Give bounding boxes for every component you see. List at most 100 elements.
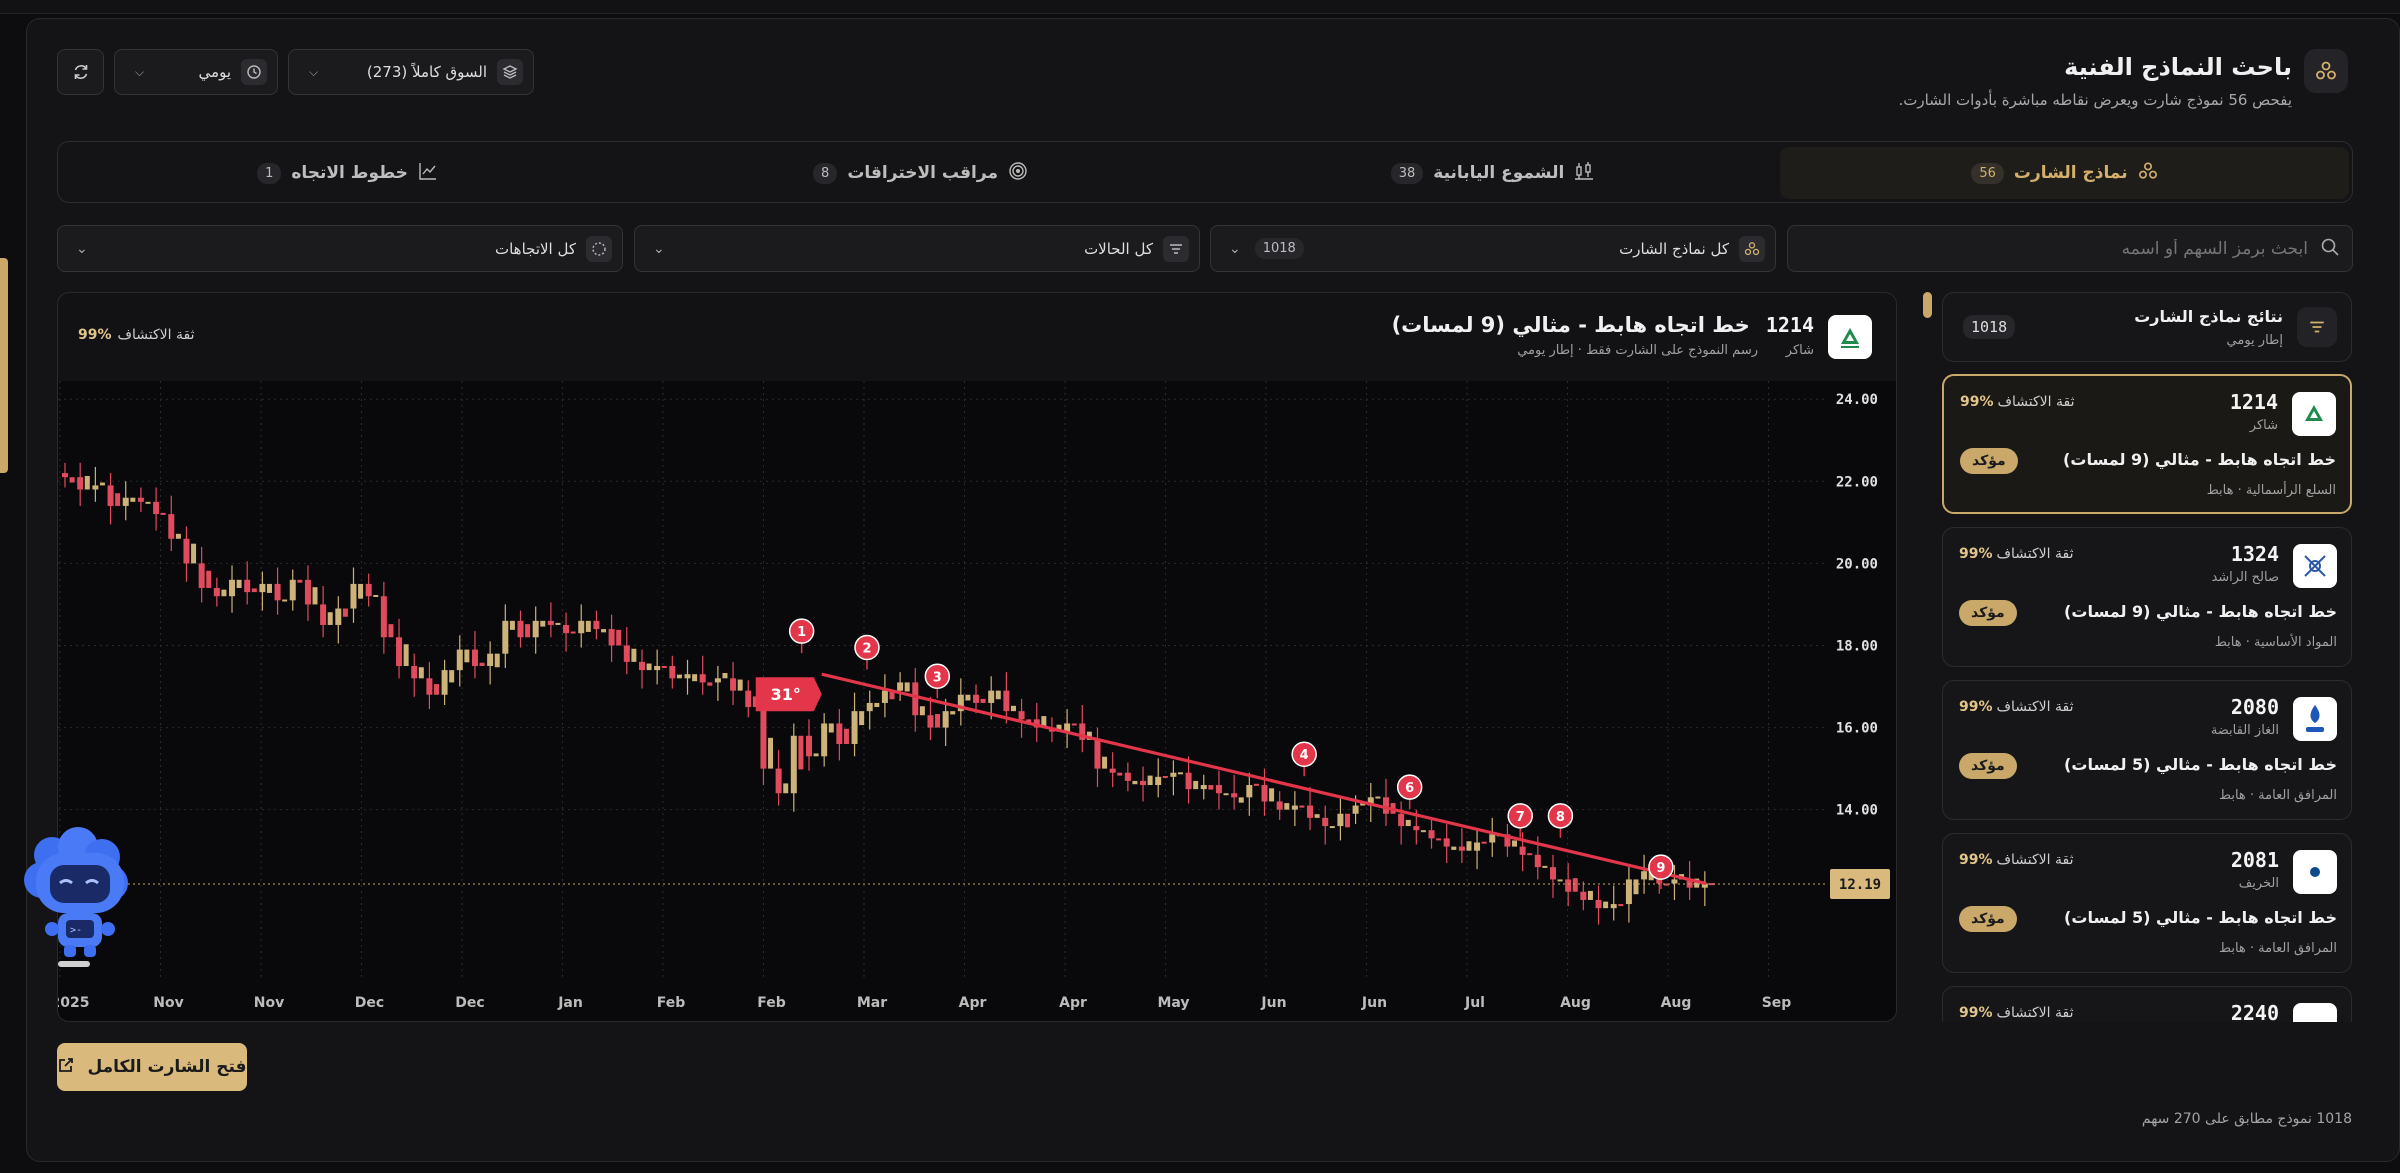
result-code: 1214 [2229, 390, 2278, 414]
open-full-chart-button[interactable]: فتح الشارت الكامل [57, 1043, 247, 1091]
pattern-icon [2138, 161, 2158, 186]
candle [843, 728, 849, 744]
result-card[interactable]: 1214 شاكر ثقة الاكتشاف 99% خط اتجاه هابط - م… [1942, 374, 2352, 514]
confidence-label: ثقة الاكتشاف [1996, 852, 2074, 868]
tab-label: مراقب الاختراقات [847, 163, 998, 183]
result-confidence: ثقة الاكتشاف 99% [1960, 394, 2074, 410]
candle [555, 622, 561, 625]
candle [1094, 739, 1101, 769]
x-tick-label: Jun [1260, 995, 1286, 1011]
result-confidence: ثقة الاكتشاف 99% [1959, 546, 2073, 562]
candle [403, 644, 409, 666]
candle [525, 624, 531, 638]
assistant-robot-icon[interactable]: >- [20, 825, 130, 975]
candle [1109, 768, 1116, 773]
states-filter[interactable]: ⌄ كل الحالات [634, 225, 1200, 272]
candle [1375, 796, 1381, 799]
candle [312, 587, 318, 605]
tab-count: 8 [813, 162, 838, 184]
candlestick-chart[interactable]: 24.00 22.00 20.00 18.00 16.00 14.00 2025 Nov Nov… [58, 381, 1897, 1022]
candle [593, 620, 600, 630]
candle [995, 690, 1001, 700]
chart-meta: رسم النموذج على الشارت فقط · إطار يومي [1517, 343, 1758, 358]
candle [737, 679, 743, 691]
candle [1618, 904, 1624, 907]
candle [1162, 776, 1168, 778]
candle [1572, 878, 1578, 892]
y-tick-label: 18.00 [1836, 638, 1878, 654]
candle [676, 674, 682, 679]
side-scroll-indicator[interactable] [0, 258, 8, 473]
candles-icon [1574, 161, 1594, 186]
chart-pattern-title: خط اتجاه هابط - مثالي (9 لمسات) [1391, 313, 1750, 337]
candle [775, 768, 782, 794]
search-field[interactable] [1787, 225, 2353, 272]
candle [1117, 772, 1123, 776]
confidence-value: 99% [1959, 852, 1993, 868]
search-input[interactable] [1788, 238, 2308, 259]
candle [654, 666, 661, 671]
touch-point-label: 2 [862, 642, 871, 657]
touch-point-label: 4 [1300, 748, 1309, 763]
candle [229, 579, 236, 597]
candle [137, 497, 144, 502]
patterns-filter-label: كل نماذج الشارت [1619, 239, 1729, 258]
x-tick-label: Feb [657, 995, 686, 1011]
candle [168, 514, 175, 539]
candle [988, 690, 995, 703]
results-title: نتائج نماذج الشارت [2134, 307, 2283, 326]
candle [623, 645, 630, 662]
candle [1253, 783, 1259, 786]
candle [798, 735, 804, 770]
refresh-button[interactable] [57, 49, 104, 95]
candle [1534, 854, 1541, 868]
result-card[interactable]: 2081 الخريف ثقة الاكتشاف 99% خط اتجاه هابط -… [1942, 833, 2352, 973]
alkhorayef-logo-icon [2293, 850, 2337, 894]
candle [320, 604, 327, 625]
tab-breakout-monitor[interactable]: مراقب الاختراقات 8 [636, 147, 1205, 199]
candlestick-chart-svg[interactable]: 24.00 22.00 20.00 18.00 16.00 14.00 2025 Nov Nov… [58, 381, 1897, 1022]
candle [1527, 853, 1533, 856]
target-icon [1008, 161, 1028, 186]
confidence-value: 99% [1959, 546, 1993, 562]
candle [1132, 780, 1138, 785]
results-scrollbar[interactable] [1923, 292, 1932, 318]
candle [1307, 805, 1314, 818]
patterns-filter[interactable]: ⌄ 1018 كل نماذج الشارت [1210, 225, 1776, 272]
candle [1269, 788, 1275, 802]
timeframe-select[interactable]: ⌵ يومي [114, 49, 278, 95]
result-card[interactable]: 2080 الغاز القابضة ثقة الاكتشاف 99% خط اتجاه… [1942, 680, 2352, 820]
candle [1124, 772, 1131, 781]
chart-company: شاكر [1785, 343, 1814, 358]
tab-trend-lines[interactable]: خطوط الاتجاه 1 [63, 147, 632, 199]
tab-candlesticks[interactable]: الشموع اليابانية 38 [1208, 147, 1777, 199]
candle [684, 674, 691, 679]
result-card[interactable]: 1324 صالح الراشد ثقة الاكتشاف 99% خط اتجاه ه… [1942, 527, 2352, 667]
candle [502, 620, 509, 654]
candle [1003, 690, 1010, 712]
status-badge: مؤكد [1959, 753, 2017, 779]
candle [1565, 879, 1572, 892]
status-badge: مؤكد [1960, 448, 2018, 474]
directions-filter[interactable]: ⌄ كل الاتجاهات [57, 225, 623, 272]
x-tick-label: Dec [455, 995, 484, 1011]
candle [1299, 805, 1305, 808]
candle [198, 563, 205, 589]
candle [441, 670, 448, 695]
tab-chart-patterns[interactable]: نماذج الشارت 56 [1780, 147, 2349, 199]
candle [1314, 814, 1320, 818]
candle [1140, 780, 1147, 786]
candle [1185, 772, 1192, 790]
result-card[interactable]: 2240 ثقة الاكتشاف 99% [1942, 986, 2352, 1022]
chevron-down-icon: ⌄ [1229, 240, 1241, 257]
market-select[interactable]: ⌵ السوق كاملاً (273) [288, 49, 534, 95]
candle [1238, 797, 1244, 803]
pattern-scanner-logo-icon [2304, 49, 2348, 93]
result-company: شاكر [2249, 418, 2278, 433]
candle [950, 711, 956, 715]
x-tick-label: May [1157, 995, 1189, 1011]
candle [494, 653, 500, 668]
candle [1549, 867, 1556, 880]
candle [965, 694, 971, 701]
candle [1223, 793, 1229, 796]
